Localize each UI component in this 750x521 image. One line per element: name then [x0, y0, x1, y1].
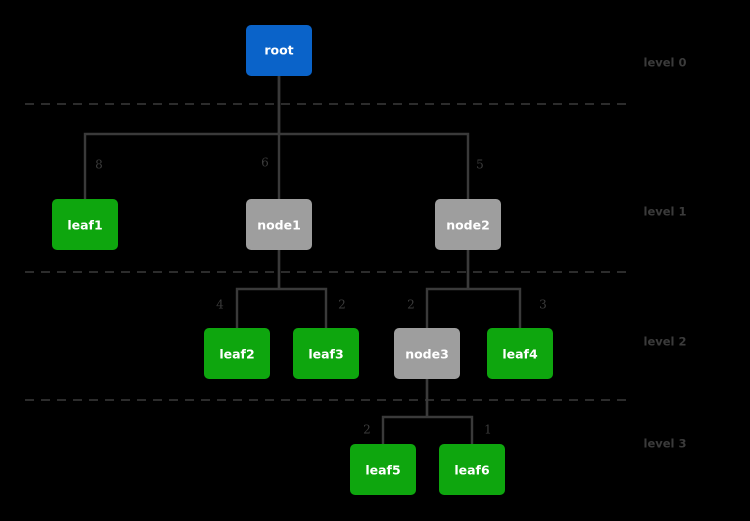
edge-weight-label: 8	[95, 158, 103, 172]
edge-weight-label: 5	[476, 158, 484, 172]
edge-weight-label: 2	[363, 423, 371, 437]
node-label: leaf1	[67, 218, 102, 233]
edge-root-to-node2: 5	[277, 76, 484, 208]
edge-node3-to-leaf6: 1	[425, 379, 492, 453]
node-leaf6[interactable]: leaf6	[439, 444, 505, 495]
node-label: leaf5	[365, 463, 400, 478]
node-leaf5[interactable]: leaf5	[350, 444, 416, 495]
edge-line	[466, 250, 520, 337]
nodes-layer: root leaf1 node1 node2 leaf2 leaf3 node3 leaf4 l…	[52, 25, 553, 495]
diagram-canvas: 8 6 5 4 2 2 3 2 1 root leaf1 node1 node2 leaf2 leaf3 n…	[25, 25, 687, 495]
edge-node2-to-leaf4: 3	[466, 250, 547, 337]
edge-weight-label: 4	[216, 298, 224, 312]
edge-line	[383, 379, 429, 453]
level-label-3: level 3	[644, 437, 687, 451]
edge-line	[277, 250, 326, 337]
node-label: node2	[446, 218, 490, 233]
node-label: node3	[405, 347, 449, 362]
node-leaf2[interactable]: leaf2	[204, 328, 270, 379]
edge-line	[425, 379, 472, 453]
edge-root-to-node1: 6	[261, 76, 279, 208]
node-label: leaf4	[502, 347, 538, 362]
edge-node1-to-leaf3: 2	[277, 250, 346, 337]
edge-line	[85, 76, 281, 208]
node-leaf3[interactable]: leaf3	[293, 328, 359, 379]
node-node3[interactable]: node3	[394, 328, 460, 379]
edge-weight-label: 2	[338, 298, 346, 312]
edge-node2-to-node3: 2	[407, 250, 470, 337]
edge-line	[237, 250, 281, 337]
edge-node3-to-leaf5: 2	[363, 379, 429, 453]
edges-layer: 8 6 5 4 2 2 3 2 1	[85, 76, 547, 453]
edge-weight-label: 2	[407, 298, 415, 312]
edge-weight-label: 6	[261, 156, 269, 170]
node-leaf1[interactable]: leaf1	[52, 199, 118, 250]
node-label: leaf6	[454, 463, 490, 478]
node-label: root	[264, 43, 293, 58]
level-label-2: level 2	[644, 335, 687, 349]
node-node2[interactable]: node2	[435, 199, 501, 250]
level-labels-layer: level 0 level 1 level 2 level 3	[644, 56, 687, 451]
edge-weight-label: 3	[539, 298, 547, 312]
node-label: leaf3	[308, 347, 343, 362]
tree-diagram: 8 6 5 4 2 2 3 2 1 root leaf1 node1 node2 leaf2 leaf3 n…	[0, 0, 750, 521]
edge-node1-to-leaf2: 4	[216, 250, 281, 337]
edge-line	[277, 76, 468, 208]
edge-line	[427, 250, 470, 337]
level-label-1: level 1	[644, 205, 687, 219]
node-label: node1	[257, 218, 301, 233]
edge-weight-label: 1	[484, 423, 492, 437]
edge-root-to-leaf1: 8	[85, 76, 281, 208]
node-label: leaf2	[219, 347, 254, 362]
node-root[interactable]: root	[246, 25, 312, 76]
level-label-0: level 0	[644, 56, 687, 70]
node-leaf4[interactable]: leaf4	[487, 328, 553, 379]
node-node1[interactable]: node1	[246, 199, 312, 250]
